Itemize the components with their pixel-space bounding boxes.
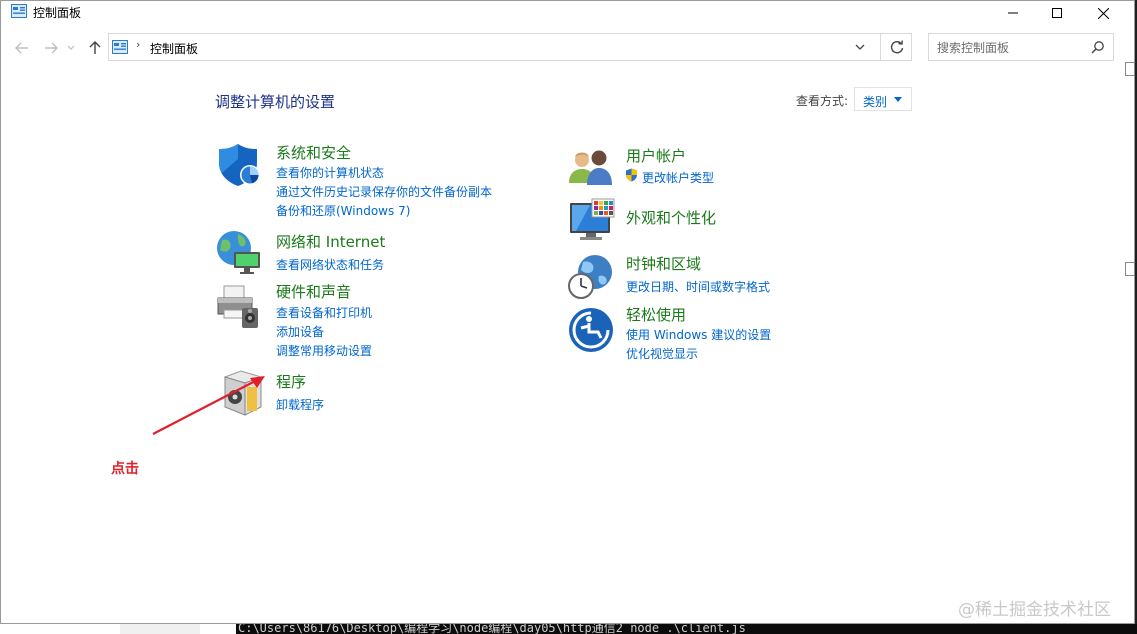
search-input[interactable] bbox=[929, 34, 1089, 62]
category-title-ease-of-access[interactable]: 轻松使用 bbox=[626, 304, 686, 325]
view-by-value: 类别 bbox=[863, 95, 888, 109]
globe-network-icon[interactable] bbox=[214, 228, 262, 276]
clock-globe-icon[interactable] bbox=[567, 252, 615, 300]
view-by-select[interactable]: 类别 bbox=[854, 87, 912, 111]
background-window-strip bbox=[200, 624, 236, 634]
back-arrow-icon bbox=[15, 42, 28, 54]
chevron-down-icon bbox=[67, 45, 75, 50]
link-network-status-tasks[interactable]: 查看网络状态和任务 bbox=[276, 256, 384, 273]
background-window-strip bbox=[120, 624, 200, 634]
category-title-hardware-sound[interactable]: 硬件和声音 bbox=[276, 281, 351, 302]
recent-locations-dropdown[interactable] bbox=[65, 38, 77, 58]
close-button[interactable] bbox=[1080, 1, 1126, 25]
navigation-bar: › 控制面板 bbox=[1, 31, 1134, 65]
annotation-arrow bbox=[152, 376, 265, 435]
category-title-programs[interactable]: 程序 bbox=[276, 371, 306, 392]
link-backup-restore[interactable]: 备份和还原(Windows 7) bbox=[276, 202, 410, 219]
link-view-computer-status[interactable]: 查看你的计算机状态 bbox=[276, 164, 384, 181]
link-recommended-settings[interactable]: 使用 Windows 建议的设置 bbox=[626, 326, 771, 343]
refresh-icon[interactable] bbox=[889, 39, 905, 55]
control-panel-icon bbox=[112, 40, 128, 54]
uac-shield-icon bbox=[626, 168, 637, 182]
background-scrollbar-button bbox=[1125, 262, 1135, 276]
watermark: @稀土掘金技术社区 bbox=[958, 600, 1111, 620]
category-title-system-security[interactable]: 系统和安全 bbox=[276, 142, 351, 163]
link-uninstall-program[interactable]: 卸载程序 bbox=[276, 396, 324, 413]
caret-down-icon bbox=[894, 97, 902, 102]
background-window-strip bbox=[0, 624, 120, 634]
up-arrow-icon bbox=[89, 41, 101, 54]
category-title-user-accounts[interactable]: 用户帐户 bbox=[626, 145, 686, 166]
annotation-label: 点击 bbox=[111, 461, 139, 477]
minimize-icon bbox=[1008, 12, 1018, 14]
link-file-history-backup[interactable]: 通过文件历史记录保存你的文件备份副本 bbox=[276, 183, 492, 200]
forward-arrow-icon bbox=[45, 42, 58, 54]
search-box[interactable] bbox=[928, 33, 1114, 62]
title-bar: 控制面板 bbox=[1, 1, 1134, 25]
window-title: 控制面板 bbox=[33, 6, 82, 20]
ease-of-access-icon[interactable] bbox=[567, 306, 615, 354]
users-icon[interactable] bbox=[567, 143, 615, 191]
printer-icon[interactable] bbox=[214, 282, 262, 330]
terminal-line: C:\Users\86176\Desktop\编程学习\node编程\day05… bbox=[238, 624, 746, 634]
address-bar[interactable]: › 控制面板 bbox=[108, 33, 912, 61]
search-icon[interactable] bbox=[1091, 40, 1105, 54]
link-mobility-settings[interactable]: 调整常用移动设置 bbox=[276, 342, 372, 359]
link-add-device[interactable]: 添加设备 bbox=[276, 323, 324, 340]
chevron-down-icon[interactable] bbox=[853, 40, 867, 54]
forward-button[interactable] bbox=[41, 38, 61, 58]
link-change-account-type[interactable]: 更改帐户类型 bbox=[642, 169, 714, 186]
breadcrumb-chevron-icon[interactable]: › bbox=[136, 38, 140, 51]
control-panel-window: 控制面板 › 控制面板 搜索控制面板 调整计算机的设置 查看方式: 类别 系统和… bbox=[0, 0, 1135, 624]
shield-icon[interactable] bbox=[216, 141, 264, 189]
up-button[interactable] bbox=[85, 38, 105, 58]
control-panel-icon bbox=[11, 4, 27, 18]
category-title-network-internet[interactable]: 网络和 Internet bbox=[276, 231, 385, 252]
view-by-label: 查看方式: bbox=[796, 94, 849, 108]
page-title: 调整计算机的设置 bbox=[215, 93, 336, 111]
monitor-palette-icon[interactable] bbox=[568, 197, 616, 245]
link-optimize-visual-display[interactable]: 优化视觉显示 bbox=[626, 345, 698, 362]
breadcrumb[interactable]: 控制面板 bbox=[150, 40, 198, 57]
maximize-icon bbox=[1052, 8, 1062, 18]
close-icon bbox=[1097, 7, 1109, 19]
back-button[interactable] bbox=[12, 38, 32, 58]
maximize-button[interactable] bbox=[1034, 1, 1080, 25]
minimize-button[interactable] bbox=[990, 1, 1036, 25]
background-terminal: C:\Users\86176\Desktop\编程学习\node编程\day05… bbox=[236, 624, 1137, 634]
link-change-date-time-format[interactable]: 更改日期、时间或数字格式 bbox=[626, 278, 770, 295]
category-title-appearance[interactable]: 外观和个性化 bbox=[626, 207, 716, 228]
background-scrollbar-button bbox=[1125, 62, 1135, 76]
divider bbox=[880, 34, 881, 60]
category-title-clock-region[interactable]: 时钟和区域 bbox=[626, 253, 701, 274]
link-devices-printers[interactable]: 查看设备和打印机 bbox=[276, 304, 372, 321]
